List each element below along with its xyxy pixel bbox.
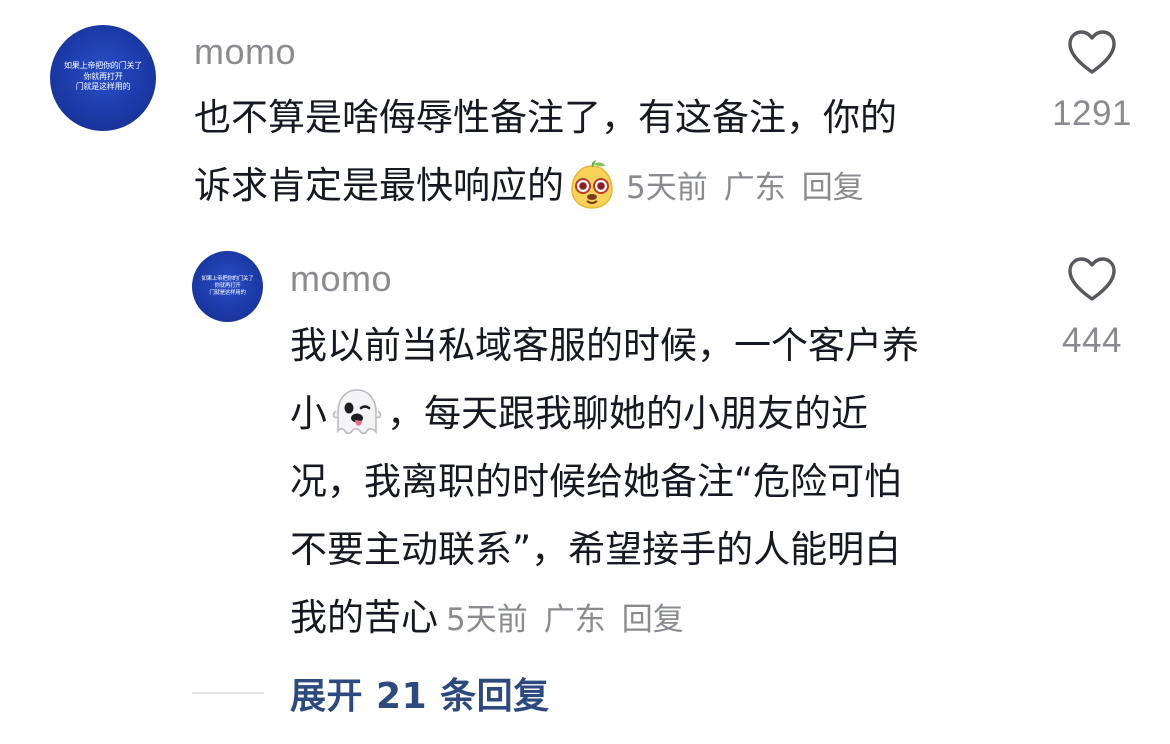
comment-line-with-meta: 诉求肯定是最快响应的 5天前 广东 回复	[194, 152, 897, 222]
avatar[interactable]: 如果上帝把你的门关了 你就再打开 门就是这样用的	[192, 251, 263, 322]
reply-link[interactable]: 回复	[622, 602, 684, 638]
avatar[interactable]: 如果上帝把你的门关了 你就再打开 门就是这样用的	[50, 25, 156, 131]
divider-line	[192, 692, 264, 694]
heart-outline-icon[interactable]	[1066, 255, 1118, 303]
comment-time: 5天前	[626, 170, 708, 206]
comment-text: 也不算是啥侮辱性备注了，有这备注，你的 诉求肯定是最快响应的 5天前 广东 回复	[194, 84, 897, 222]
comment-location: 广东	[723, 170, 786, 206]
reply-line: 况，我离职的时候给她备注“危险可怕	[290, 460, 902, 503]
comment-line: 诉求肯定是最快响应的	[194, 164, 564, 207]
reply-line: 我的苦心	[290, 596, 438, 639]
avatar-caption: 如果上帝把你的门关了 你就再打开 门就是这样用的	[64, 60, 142, 92]
reply-meta: 5天前 广东 回复	[446, 602, 684, 638]
avatar-caption: 如果上帝把你的门关了 你就再打开 门就是这样用的	[201, 275, 254, 297]
expand-replies[interactable]: 展开 21 条回复	[192, 668, 550, 718]
reply-line-part: 小	[290, 392, 327, 435]
reply-line-with-meta: 我的苦心 5天前 广东 回复	[290, 584, 919, 654]
like-button[interactable]: 1291	[1052, 28, 1132, 134]
reply-location: 广东	[543, 602, 606, 638]
reply-line-part: ，每天跟我聊她的小朋友的近	[387, 392, 868, 435]
expand-replies-label[interactable]: 展开 21 条回复	[290, 667, 550, 719]
username[interactable]: momo	[290, 258, 392, 300]
reply-time: 5天前	[446, 602, 528, 638]
comment-line: 也不算是啥侮辱性备注了，有这备注，你的	[194, 96, 897, 139]
reply-text: 我以前当私域客服的时候，一个客户养 小 ，每天跟我聊她的小朋友的近 况，我离职的…	[290, 312, 919, 654]
like-count: 444	[1062, 321, 1122, 360]
like-button[interactable]: 444	[1052, 255, 1132, 361]
reply-line: 不要主动联系”，希望接手的人能明白	[290, 528, 902, 571]
comment-meta: 5天前 广东 回复	[626, 170, 864, 206]
username[interactable]: momo	[194, 31, 296, 73]
ghost-emoji	[330, 387, 384, 439]
reply-line: 我以前当私域客服的时候，一个客户养	[290, 324, 919, 367]
reply-line-with-emoji: 小 ，每天跟我聊她的小朋友的近	[290, 380, 919, 448]
reply-link[interactable]: 回复	[802, 170, 864, 206]
heart-outline-icon[interactable]	[1066, 28, 1118, 76]
like-count: 1291	[1052, 94, 1132, 133]
happy-pear-emoji	[566, 159, 618, 211]
